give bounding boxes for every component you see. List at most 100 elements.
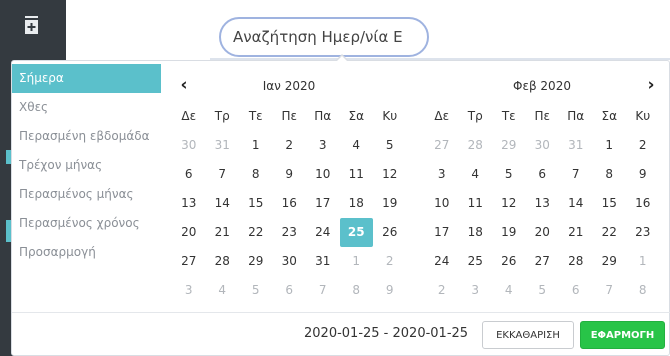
calendar-day[interactable]: 6 — [273, 276, 307, 305]
calendar-day[interactable]: 20 — [172, 218, 206, 247]
calendar-day[interactable]: 31 — [306, 247, 340, 276]
clear-button[interactable]: ΕΚΚΑΘΑΡΙΣΗ — [482, 321, 574, 349]
calendar-day[interactable]: 10 — [425, 189, 459, 218]
calendar-day[interactable]: 2 — [273, 131, 307, 160]
calendar-day[interactable]: 23 — [273, 218, 307, 247]
calendar-day[interactable]: 15 — [239, 189, 273, 218]
range-preset-item[interactable]: Τρέχον μήνας — [12, 151, 161, 180]
calendar-day[interactable]: 8 — [239, 160, 273, 189]
calendar-day[interactable]: 10 — [306, 160, 340, 189]
calendar-day[interactable]: 1 — [593, 131, 627, 160]
calendar-day[interactable]: 3 — [306, 131, 340, 160]
calendar-day[interactable]: 16 — [273, 189, 307, 218]
calendar-day[interactable]: 7 — [206, 160, 240, 189]
calendar-day[interactable]: 4 — [492, 276, 526, 305]
calendar-day[interactable]: 2 — [425, 276, 459, 305]
calendar-day[interactable]: 12 — [373, 160, 407, 189]
calendar-day[interactable]: 3 — [459, 276, 493, 305]
calendar-day[interactable]: 7 — [306, 276, 340, 305]
range-preset-item[interactable]: Περασμένη εβδομάδα — [12, 122, 161, 151]
calendar-day[interactable]: 26 — [373, 218, 407, 247]
calendar-day[interactable]: 23 — [626, 218, 660, 247]
calendar-day[interactable]: 14 — [206, 189, 240, 218]
calendar-day[interactable]: 11 — [459, 189, 493, 218]
calendar-day[interactable]: 4 — [340, 131, 374, 160]
calendar-day[interactable]: 1 — [239, 131, 273, 160]
calendar-day[interactable]: 22 — [239, 218, 273, 247]
calendar-day[interactable]: 2 — [626, 131, 660, 160]
calendar-day[interactable]: 14 — [559, 189, 593, 218]
calendar-day[interactable]: 5 — [373, 131, 407, 160]
calendar-day[interactable]: 19 — [373, 189, 407, 218]
apply-button[interactable]: ΕΦΑΡΜΟΓΗ — [580, 321, 665, 349]
calendar-day[interactable]: 8 — [626, 276, 660, 305]
calendar-day[interactable]: 28 — [459, 131, 493, 160]
calendar-day[interactable]: 7 — [559, 160, 593, 189]
chevron-right-icon[interactable]: › — [643, 75, 659, 95]
calendar-day[interactable]: 2 — [373, 247, 407, 276]
calendar-right: Φεβ 2020 › Δε Τρ Τε Πε Πα Σα Κυ 27 28 29 30 31 1 2 3 4 5… — [425, 74, 660, 305]
calendar-day[interactable]: 21 — [206, 218, 240, 247]
calendar-day[interactable]: 29 — [239, 247, 273, 276]
add-document-icon[interactable] — [25, 16, 38, 34]
calendar-day[interactable]: 20 — [526, 218, 560, 247]
calendar-day[interactable]: 5 — [239, 276, 273, 305]
calendar-day[interactable]: 29 — [593, 247, 627, 276]
calendar-day[interactable]: 18 — [459, 218, 493, 247]
calendar-day[interactable]: 9 — [626, 160, 660, 189]
calendar-day[interactable]: 16 — [626, 189, 660, 218]
calendar-day[interactable]: 5 — [526, 276, 560, 305]
calendar-day[interactable]: 30 — [172, 131, 206, 160]
calendar-day[interactable]: 3 — [425, 160, 459, 189]
calendar-day[interactable]: 22 — [593, 218, 627, 247]
calendar-day[interactable]: 27 — [526, 247, 560, 276]
calendar-day[interactable]: 5 — [492, 160, 526, 189]
range-preset-item[interactable]: Σήμερα — [12, 64, 161, 93]
calendar-day[interactable]: 30 — [273, 247, 307, 276]
calendar-day[interactable]: 8 — [340, 276, 374, 305]
calendar-day[interactable]: 6 — [559, 276, 593, 305]
calendar-day[interactable]: 19 — [492, 218, 526, 247]
calendar-left: ‹ Ιαν 2020 Δε Τρ Τε Πε Πα Σα Κυ 30 31 1 2 3 4 5 6 7 8 9 10… — [172, 74, 407, 305]
date-search-input[interactable] — [219, 17, 429, 57]
calendar-day[interactable]: 28 — [206, 247, 240, 276]
calendar-day[interactable]: 26 — [492, 247, 526, 276]
calendar-day[interactable]: 13 — [172, 189, 206, 218]
calendar-day[interactable]: 13 — [526, 189, 560, 218]
calendar-day[interactable]: 18 — [340, 189, 374, 218]
calendar-day[interactable]: 29 — [492, 131, 526, 160]
calendar-day[interactable]: 6 — [172, 160, 206, 189]
calendar-day[interactable]: 25 — [459, 247, 493, 276]
calendar-day[interactable]: 15 — [593, 189, 627, 218]
calendar-day[interactable]: 11 — [340, 160, 374, 189]
range-preset-item[interactable]: Περασμένος χρόνος — [12, 209, 161, 238]
calendar-day[interactable]: 9 — [273, 160, 307, 189]
calendar-day[interactable]: 4 — [206, 276, 240, 305]
calendar-day[interactable]: 4 — [459, 160, 493, 189]
calendar-day[interactable]: 9 — [373, 276, 407, 305]
calendar-day[interactable]: 7 — [593, 276, 627, 305]
calendar-day[interactable]: 12 — [492, 189, 526, 218]
range-preset-item[interactable]: Περασμένος μήνας — [12, 180, 161, 209]
calendar-day[interactable]: 24 — [425, 247, 459, 276]
calendar-day[interactable]: 6 — [526, 160, 560, 189]
calendar-day[interactable]: 31 — [559, 131, 593, 160]
calendar-day[interactable]: 27 — [172, 247, 206, 276]
calendar-day[interactable]: 28 — [559, 247, 593, 276]
calendar-day[interactable]: 31 — [206, 131, 240, 160]
calendar-day[interactable]: 27 — [425, 131, 459, 160]
calendar-day[interactable]: 1 — [340, 247, 374, 276]
calendar-day[interactable]: 17 — [306, 189, 340, 218]
calendar-day[interactable]: 17 — [425, 218, 459, 247]
calendar-day[interactable]: 24 — [306, 218, 340, 247]
calendar-day[interactable]: 21 — [559, 218, 593, 247]
calendar-day[interactable]: 8 — [593, 160, 627, 189]
calendar-day[interactable]: 1 — [626, 247, 660, 276]
calendar-day[interactable]: 3 — [172, 276, 206, 305]
calendar-day[interactable]: 30 — [526, 131, 560, 160]
range-preset-item[interactable]: Προσαρμογή — [12, 238, 161, 267]
calendar-day[interactable]: 25 — [339, 218, 373, 247]
weekday-label: Σα — [601, 109, 618, 123]
range-preset-item[interactable]: Χθες — [12, 93, 161, 122]
weekday-label: Πε — [534, 109, 550, 123]
